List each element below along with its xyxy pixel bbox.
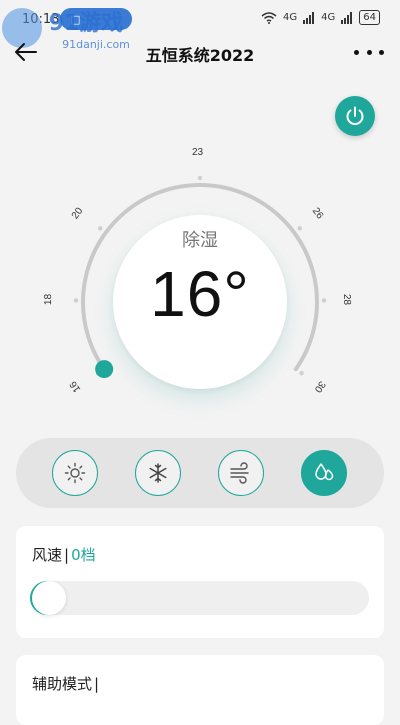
fan-speed-card: 风速 | 0档 bbox=[16, 526, 384, 638]
temperature-value: 16° bbox=[150, 258, 250, 330]
assist-mode-separator: | bbox=[94, 675, 100, 693]
signal-bars-icon bbox=[303, 11, 315, 24]
fan-speed-slider[interactable] bbox=[32, 581, 369, 615]
wind-icon bbox=[230, 462, 249, 484]
status-pill-text: □ bbox=[70, 12, 81, 26]
mode-label: 除湿 bbox=[182, 230, 218, 251]
tick-label: 23 bbox=[192, 147, 204, 158]
sun-icon bbox=[64, 462, 86, 484]
header: 五恒系统2022 bbox=[0, 34, 400, 70]
mode-selector bbox=[16, 438, 384, 508]
more-dot bbox=[366, 49, 372, 55]
assist-mode-title: 辅助模式 | bbox=[32, 673, 101, 694]
signal-2-label: 4G bbox=[321, 12, 336, 23]
status-icons: 4G 4G 64 bbox=[261, 10, 380, 25]
fan-speed-separator: | bbox=[64, 546, 70, 564]
wifi-icon bbox=[261, 11, 277, 24]
mode-fan-button[interactable] bbox=[218, 450, 264, 496]
status-pill: □ bbox=[60, 8, 132, 30]
fan-speed-title: 风速 | 0档 bbox=[32, 544, 96, 565]
snowflake-icon bbox=[149, 463, 167, 483]
signal-1-label: 4G bbox=[283, 12, 298, 23]
mode-dehumidify-button[interactable] bbox=[301, 450, 347, 496]
water-drops-icon bbox=[315, 463, 334, 481]
tick-dot bbox=[299, 370, 304, 376]
signal-bars-icon bbox=[341, 11, 353, 24]
mode-heat-button[interactable] bbox=[52, 450, 98, 496]
tick-dot bbox=[197, 175, 203, 181]
fan-speed-slider-thumb[interactable] bbox=[32, 581, 66, 615]
more-options-button[interactable] bbox=[354, 40, 384, 64]
fan-speed-label: 风速 bbox=[32, 546, 63, 564]
battery-icon: 64 bbox=[359, 10, 380, 25]
assist-mode-card: 辅助模式 | bbox=[16, 655, 384, 725]
more-dot bbox=[354, 49, 359, 55]
assist-mode-label: 辅助模式 bbox=[32, 675, 93, 693]
status-time: 10:13 bbox=[22, 12, 60, 27]
dial-handle[interactable] bbox=[95, 360, 114, 379]
power-icon bbox=[346, 106, 364, 125]
fan-speed-value: 0档 bbox=[71, 546, 96, 564]
mode-cool-button[interactable] bbox=[135, 450, 181, 496]
more-dot bbox=[379, 49, 384, 55]
status-bar: 10:13 □ 91游戏 91danji.com 4G 4G 64 bbox=[0, 0, 400, 51]
page-title: 五恒系统2022 bbox=[145, 46, 255, 65]
